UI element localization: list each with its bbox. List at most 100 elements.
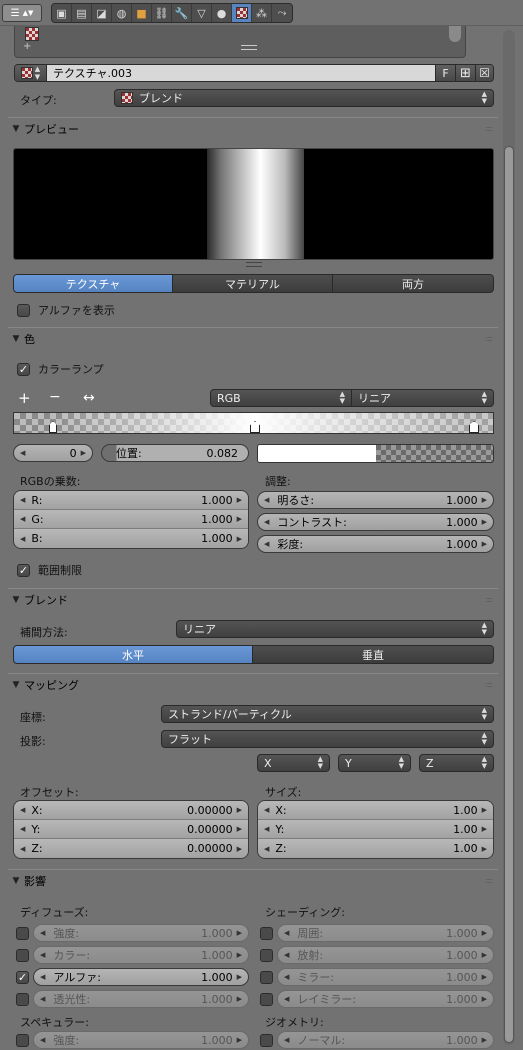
texture-type-dropdown[interactable]: ブレンド ▲ ▼ bbox=[114, 89, 494, 107]
shading-emit-checkbox[interactable] bbox=[260, 948, 273, 962]
ramp-remove-button[interactable]: − bbox=[49, 389, 61, 405]
increment-arrow-icon[interactable]: ▶ bbox=[237, 929, 242, 937]
specular-intensity-field[interactable]: ◀ 強度: 1.000 ▶ bbox=[33, 1031, 249, 1049]
increment-arrow-icon[interactable]: ▶ bbox=[482, 1036, 487, 1044]
constraints-icon[interactable]: ⛓ bbox=[152, 4, 172, 22]
list-resize-grip[interactable] bbox=[241, 45, 257, 50]
new-texture-icon[interactable]: ⊞ bbox=[455, 65, 475, 81]
object-icon[interactable]: ■ bbox=[132, 4, 152, 22]
unlink-icon[interactable]: ☒ bbox=[475, 65, 493, 81]
geometry-normal-field[interactable]: ◀ ノーマル: 1.000 ▶ bbox=[277, 1031, 494, 1049]
texture-slot-list[interactable]: + bbox=[14, 26, 466, 58]
tab-texture[interactable]: テクスチャ bbox=[13, 274, 173, 293]
clamp-checkbox[interactable]: ✓ bbox=[17, 563, 30, 577]
r-field[interactable]: ◀ R: 1.000 ▶ bbox=[14, 491, 248, 510]
shading-emit-field[interactable]: ◀ 放射: 1.000 ▶ bbox=[277, 946, 494, 964]
shading-mirror-checkbox[interactable] bbox=[260, 970, 273, 984]
axis-z-dropdown[interactable]: Z ▲ ▼ bbox=[419, 754, 494, 772]
blend-panel-header[interactable]: ▼ ブレンド :::: bbox=[8, 588, 498, 610]
axis-y-dropdown[interactable]: Y ▲ ▼ bbox=[338, 754, 411, 772]
preview-resize-grip[interactable] bbox=[246, 262, 262, 267]
editor-type-button[interactable]: ☰ ▲▼ bbox=[2, 4, 42, 22]
list-add-handle[interactable]: + bbox=[23, 41, 31, 52]
clamp-row[interactable]: ✓ 範囲制限 bbox=[17, 562, 82, 578]
increment-arrow-icon[interactable]: ▶ bbox=[237, 973, 242, 981]
brightness-field[interactable]: ◀ 明るさ: 1.000 ▶ bbox=[257, 491, 494, 509]
increment-arrow-icon[interactable]: ▶ bbox=[237, 995, 242, 1003]
increment-arrow-icon[interactable]: ▶ bbox=[482, 806, 487, 814]
increment-arrow-icon[interactable]: ▶ bbox=[482, 973, 487, 981]
increment-arrow-icon[interactable]: ▶ bbox=[482, 929, 487, 937]
increment-arrow-icon[interactable]: ▶ bbox=[237, 951, 242, 959]
diffuse-alpha-field[interactable]: ◀ アルファ: 1.000 ▶ bbox=[33, 968, 249, 986]
diffuse-alpha-checkbox[interactable]: ✓ bbox=[16, 970, 29, 984]
increment-arrow-icon[interactable]: ▶ bbox=[237, 1036, 242, 1044]
drag-grip-icon[interactable]: :::: bbox=[485, 680, 493, 689]
diffuse-translucency-field[interactable]: ◀ 透光性: 1.000 ▶ bbox=[33, 990, 249, 1008]
increment-arrow-icon[interactable]: ▶ bbox=[237, 825, 242, 833]
shading-ambient-checkbox[interactable] bbox=[260, 926, 273, 940]
drag-grip-icon[interactable]: :::: bbox=[485, 595, 493, 604]
particles-icon[interactable]: ⁂ bbox=[252, 4, 272, 22]
position-field[interactable]: 位置: 0.082 bbox=[101, 444, 249, 462]
color-mode-dropdown[interactable]: RGB ▲ ▼ bbox=[210, 389, 352, 407]
ramp-interpolation-dropdown[interactable]: リニア ▲ ▼ bbox=[351, 389, 494, 407]
texture-name-field[interactable]: テクスチャ.003 bbox=[47, 65, 435, 81]
active-stop-index-field[interactable]: ◀ 0 ▶ bbox=[13, 444, 93, 462]
influence-panel-header[interactable]: ▼ 影響 :::: bbox=[8, 869, 498, 891]
size-z-field[interactable]: ◀ Z: 1.00 ▶ bbox=[258, 839, 493, 858]
ramp-flip-button[interactable]: ↔ bbox=[83, 390, 95, 406]
stop-color-swatch[interactable] bbox=[257, 444, 494, 463]
mapping-panel-header[interactable]: ▼ マッピング :::: bbox=[8, 673, 498, 695]
data-icon[interactable]: ▽ bbox=[192, 4, 212, 22]
modifiers-icon[interactable]: 🔧 bbox=[172, 4, 192, 22]
coords-dropdown[interactable]: ストランド/パーティクル ▲ ▼ bbox=[161, 705, 494, 723]
increment-arrow-icon[interactable]: ▶ bbox=[237, 535, 242, 543]
color-panel-header[interactable]: ▼ 色 :::: bbox=[8, 327, 498, 349]
color-ramp-widget[interactable] bbox=[13, 412, 494, 434]
increment-arrow-icon[interactable]: ▶ bbox=[237, 515, 242, 523]
texture-browse-button[interactable]: ▲ ▼ bbox=[15, 65, 47, 81]
render-layers-icon[interactable]: ▤ bbox=[72, 4, 92, 22]
increment-arrow-icon[interactable]: ▶ bbox=[482, 995, 487, 1003]
scene-icon[interactable]: ◪ bbox=[92, 4, 112, 22]
specular-intensity-checkbox[interactable] bbox=[16, 1033, 29, 1047]
increment-arrow-icon[interactable]: ▶ bbox=[482, 540, 487, 548]
increment-arrow-icon[interactable]: ▶ bbox=[237, 806, 242, 814]
increment-arrow-icon[interactable]: ▶ bbox=[482, 951, 487, 959]
shading-ambient-field[interactable]: ◀ 周囲: 1.000 ▶ bbox=[277, 924, 494, 942]
material-icon[interactable]: ● bbox=[212, 4, 232, 22]
render-icon[interactable]: ▣ bbox=[52, 4, 72, 22]
diffuse-intensity-field[interactable]: ◀ 強度: 1.000 ▶ bbox=[33, 924, 249, 942]
shading-mirror-field[interactable]: ◀ ミラー: 1.000 ▶ bbox=[277, 968, 494, 986]
shading-raymirror-checkbox[interactable] bbox=[260, 992, 273, 1006]
physics-icon[interactable]: ⤳ bbox=[272, 4, 292, 22]
fake-user-button[interactable]: F bbox=[435, 65, 455, 81]
saturation-field[interactable]: ◀ 彩度: 1.000 ▶ bbox=[257, 535, 494, 553]
offset-x-field[interactable]: ◀ X: 0.00000 ▶ bbox=[14, 801, 248, 820]
ramp-add-button[interactable]: + bbox=[18, 389, 31, 407]
increment-arrow-icon[interactable]: ▶ bbox=[81, 449, 86, 457]
axis-x-dropdown[interactable]: X ▲ ▼ bbox=[257, 754, 330, 772]
offset-z-field[interactable]: ◀ Z: 0.00000 ▶ bbox=[14, 839, 248, 858]
g-field[interactable]: ◀ G: 1.000 ▶ bbox=[14, 510, 248, 529]
increment-arrow-icon[interactable]: ▶ bbox=[482, 845, 487, 853]
geometry-normal-checkbox[interactable] bbox=[260, 1033, 273, 1047]
projection-dropdown[interactable]: フラット ▲ ▼ bbox=[161, 730, 494, 748]
increment-arrow-icon[interactable]: ▶ bbox=[237, 845, 242, 853]
diffuse-translucency-checkbox[interactable] bbox=[16, 992, 29, 1006]
preview-panel-header[interactable]: ▼ プレビュー :::: bbox=[8, 117, 498, 139]
color-ramp-row[interactable]: ✓ カラーランプ bbox=[17, 361, 104, 377]
diffuse-color-field[interactable]: ◀ カラー: 1.000 ▶ bbox=[33, 946, 249, 964]
b-field[interactable]: ◀ B: 1.000 ▶ bbox=[14, 529, 248, 548]
diffuse-color-checkbox[interactable] bbox=[16, 948, 29, 962]
list-scrollbar[interactable] bbox=[449, 26, 461, 42]
world-icon[interactable]: ◍ bbox=[112, 4, 132, 22]
size-y-field[interactable]: ◀ Y: 1.00 ▶ bbox=[258, 820, 493, 839]
orientation-vertical[interactable]: 垂直 bbox=[253, 645, 494, 664]
drag-grip-icon[interactable]: :::: bbox=[485, 876, 493, 885]
shading-raymirror-field[interactable]: ◀ レイミラー: 1.000 ▶ bbox=[277, 990, 494, 1008]
increment-arrow-icon[interactable]: ▶ bbox=[237, 496, 242, 504]
color-ramp-checkbox[interactable]: ✓ bbox=[17, 362, 30, 376]
progression-dropdown[interactable]: リニア ▲ ▼ bbox=[176, 620, 494, 638]
